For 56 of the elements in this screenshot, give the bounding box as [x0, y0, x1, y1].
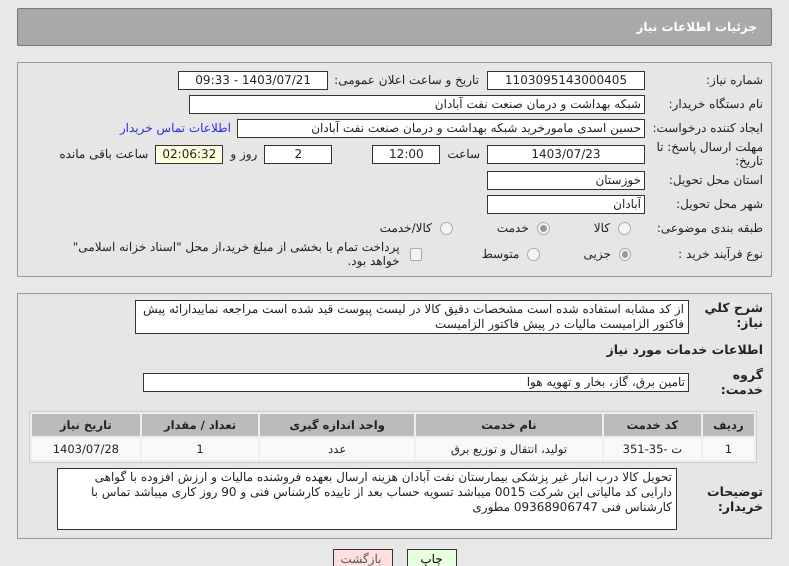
- service-group-field[interactable]: تامین برق، گاز، بخار و تهویه هوا: [143, 372, 689, 392]
- field-label: ساعت: [447, 147, 480, 161]
- contact-link[interactable]: اطلاعات تماس خریدار: [120, 121, 231, 135]
- field-label: مهلت ارسال پاسخ: تا تاریخ:: [655, 140, 764, 168]
- field-label: شرح کلي نياز:: [704, 300, 764, 330]
- column-header: تاریخ نیاز: [32, 414, 140, 436]
- column-header: نام خدمت: [416, 414, 602, 436]
- need-number-field[interactable]: 1103095143000405: [487, 70, 645, 90]
- field-label: طبقه بندی موضوعی:: [656, 221, 764, 235]
- section-title: اطلاعات خدمات مورد نیاز: [605, 342, 764, 357]
- radio-button[interactable]: [536, 222, 550, 234]
- notes-box[interactable]: تحویل کالا درب انبار غیر پزشکی بیمارستان نفت آبادان هزینه ارسال بعهده فروشنده مالیات و ارزش افزوده با گواهی دارایی کد مالیاتی این شرکت 0015 میباشد تسویه حساب بعد از تاییده کارشناس فنی و 90 روز کاری میباشد تماس با کارشناس فنی 09368906747 مطوری: [57, 468, 677, 530]
- field-label: نوع فرآیند خرید :: [677, 247, 764, 261]
- field-label: گروه خدمت:: [720, 367, 764, 397]
- column-header: واحد اندازه گیری: [260, 414, 414, 436]
- option-label: کالا: [594, 221, 610, 235]
- option-label: پرداخت تمام یا بخشی از مبلغ خرید،از محل "اسناد خزانه اسلامی" خواهد بود.: [72, 240, 400, 268]
- option-label: جزیی: [584, 247, 611, 261]
- province-field[interactable]: خوزستان: [487, 170, 645, 190]
- field-label: شماره نیاز:: [705, 73, 764, 87]
- field-label: نام دستگاه خریدار:: [668, 97, 764, 111]
- table-cell: عدد: [260, 438, 414, 460]
- field-label: استان محل تحویل:: [668, 173, 764, 187]
- option-label: متوسط: [482, 247, 520, 261]
- deadline-time-field[interactable]: 12:00: [372, 144, 440, 164]
- field-label: روز و: [230, 147, 258, 161]
- table-cell: 1: [702, 438, 754, 460]
- option-label: خدمت: [496, 221, 529, 235]
- requester-field[interactable]: حسین اسدی مامورخرید شبکه بهداشت و درمان صنعت نفت آبادان: [237, 118, 645, 138]
- column-header: کد خدمت: [604, 414, 701, 436]
- remaining-time-field[interactable]: 02:06:32: [155, 144, 224, 164]
- table-cell: 1: [142, 438, 258, 460]
- table-cell: ت -35-351: [604, 438, 701, 460]
- back-button[interactable]: بازگشت: [332, 549, 392, 566]
- column-header: تعداد / مقدار: [142, 414, 258, 436]
- print-button[interactable]: چاپ: [406, 549, 456, 566]
- table-cell: 1403/07/28: [32, 438, 140, 460]
- days-field[interactable]: 2: [264, 144, 332, 164]
- deadline-date-field[interactable]: 1403/07/23: [487, 144, 645, 164]
- radio-button[interactable]: [618, 248, 631, 260]
- option-label: کالا/خدمت: [380, 221, 432, 235]
- field-label: ایجاد کننده درخواست:: [651, 121, 764, 135]
- field-label: ساعت باقی مانده: [59, 147, 148, 161]
- column-header: ردیف: [702, 414, 754, 436]
- page-title: جزئیات اطلاعات نیاز: [636, 20, 757, 34]
- checkbox[interactable]: [410, 248, 422, 260]
- field-label: شهر محل تحویل:: [675, 197, 764, 211]
- table-cell: تولید، انتقال و توزیع برق: [416, 438, 602, 460]
- radio-button[interactable]: [527, 248, 540, 260]
- field-label: تاریخ و ساعت اعلان عمومی:: [334, 73, 479, 87]
- buyer-org-field[interactable]: شبکه بهداشت و درمان صنعت نفت آبادان: [189, 94, 645, 114]
- radio-button[interactable]: [618, 222, 631, 234]
- announce-date-field[interactable]: 1403/07/21 - 09:33: [178, 70, 328, 90]
- description-box[interactable]: از کد مشابه استفاده شده است مشخصات دقیق کالا در لیست پیوست قید شده است مراجعه نماییدارائه پیش فاکتور الزامیست مالیات در پیش فاکتور الزامیست: [135, 300, 689, 334]
- field-label: توضیحات خریدار:: [706, 484, 764, 514]
- radio-button[interactable]: [440, 222, 453, 234]
